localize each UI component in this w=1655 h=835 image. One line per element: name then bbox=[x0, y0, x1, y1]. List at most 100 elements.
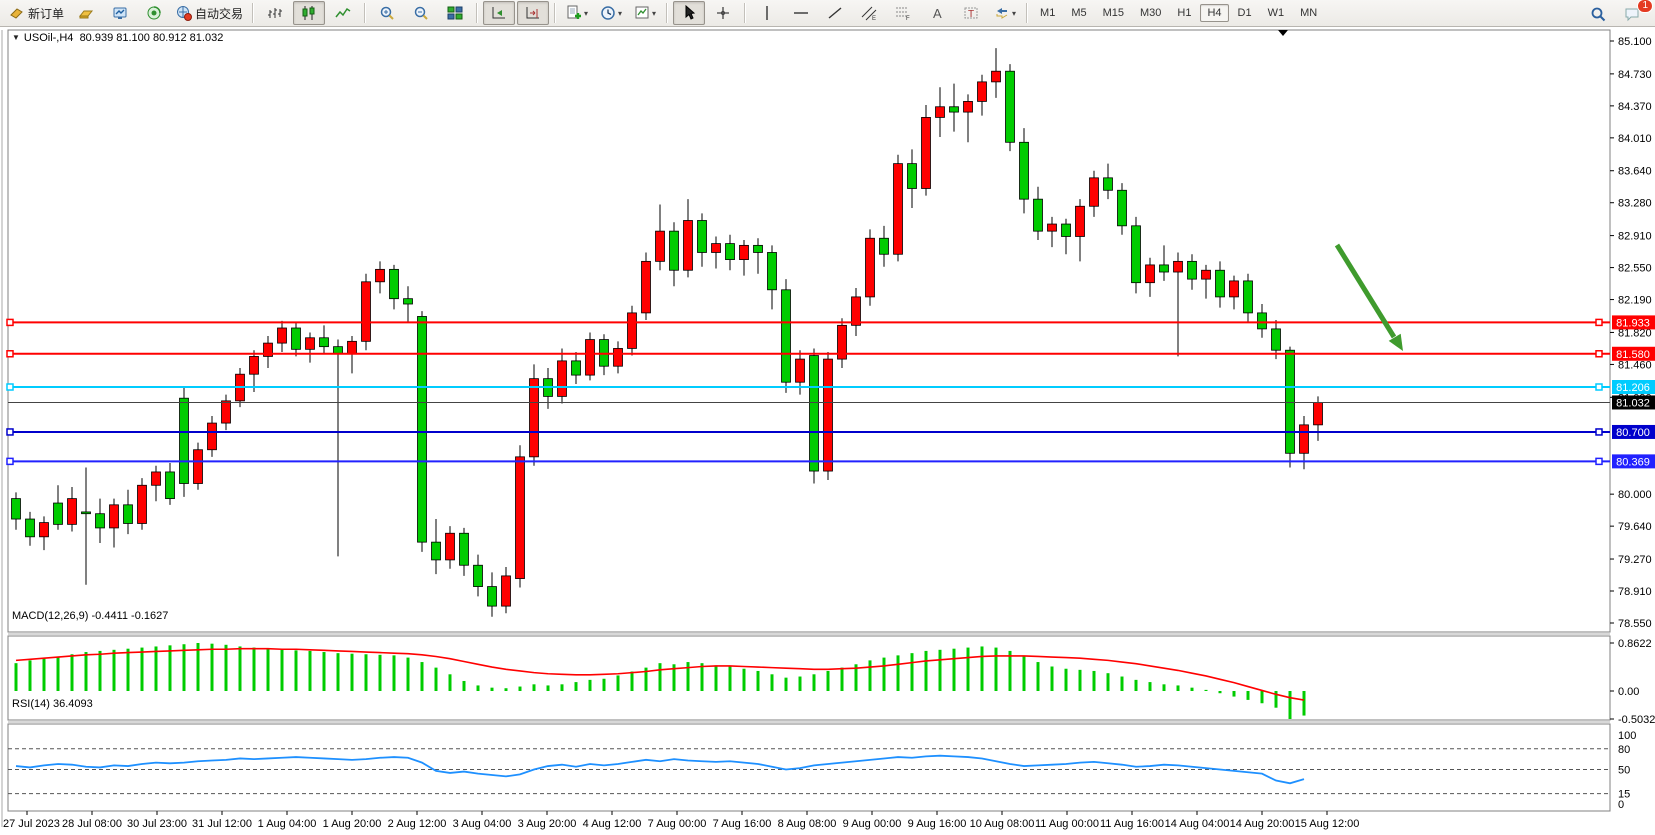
candle[interactable] bbox=[292, 328, 301, 349]
new-chart-icon[interactable]: ▾ bbox=[561, 1, 593, 25]
candle[interactable] bbox=[1258, 313, 1267, 329]
candle[interactable] bbox=[978, 82, 987, 102]
candle[interactable] bbox=[712, 244, 721, 253]
candlestick-icon[interactable] bbox=[293, 1, 325, 25]
candle[interactable] bbox=[432, 542, 441, 560]
candle[interactable] bbox=[964, 101, 973, 112]
candle[interactable] bbox=[180, 398, 189, 483]
candle[interactable] bbox=[446, 533, 455, 560]
zoom-in-icon[interactable] bbox=[371, 1, 403, 25]
candle[interactable] bbox=[460, 533, 469, 565]
candle[interactable] bbox=[124, 505, 133, 524]
chart-canvas[interactable]: 85.10084.73084.37084.01083.64083.28082.9… bbox=[0, 27, 1655, 835]
candle[interactable] bbox=[404, 299, 413, 304]
candle[interactable] bbox=[1020, 142, 1029, 199]
candle[interactable] bbox=[376, 269, 385, 281]
resistance-2-anchor[interactable] bbox=[1596, 351, 1602, 357]
dropdown-caret-icon[interactable]: ▾ bbox=[618, 9, 622, 18]
candle[interactable] bbox=[950, 107, 959, 112]
rsi-panel[interactable] bbox=[8, 724, 1610, 811]
support-2-anchor[interactable] bbox=[1596, 458, 1602, 464]
candle[interactable] bbox=[628, 313, 637, 349]
candle[interactable] bbox=[166, 472, 175, 499]
horizontal-line-icon[interactable] bbox=[785, 1, 817, 25]
candle[interactable] bbox=[40, 523, 49, 537]
candle[interactable] bbox=[502, 576, 511, 606]
timeframe-m1[interactable]: M1 bbox=[1033, 4, 1062, 22]
main-chart-panel[interactable] bbox=[8, 30, 1610, 632]
timeframe-m30[interactable]: M30 bbox=[1133, 4, 1168, 22]
candle[interactable] bbox=[1188, 261, 1197, 279]
candle[interactable] bbox=[782, 290, 791, 382]
candle[interactable] bbox=[1202, 270, 1211, 279]
tile-windows-icon[interactable] bbox=[439, 1, 471, 25]
candle[interactable] bbox=[516, 457, 525, 579]
candle[interactable] bbox=[936, 107, 945, 118]
chat-icon[interactable]: 1 bbox=[1616, 2, 1648, 26]
zoom-out-icon[interactable] bbox=[405, 1, 437, 25]
text-icon[interactable]: A bbox=[921, 1, 953, 25]
pivot-cyan-anchor[interactable] bbox=[1596, 384, 1602, 390]
candle[interactable] bbox=[26, 519, 35, 537]
candle[interactable] bbox=[656, 231, 665, 261]
crosshair-icon[interactable] bbox=[707, 1, 739, 25]
timeframe-h1[interactable]: H1 bbox=[1170, 4, 1198, 22]
candle[interactable] bbox=[824, 359, 833, 471]
timeframe-m15[interactable]: M15 bbox=[1096, 4, 1131, 22]
quotes-icon[interactable] bbox=[70, 1, 102, 25]
label-icon[interactable]: T bbox=[955, 1, 987, 25]
candle[interactable] bbox=[1174, 261, 1183, 272]
resistance-1-anchor[interactable] bbox=[7, 319, 13, 325]
line-chart-icon[interactable] bbox=[327, 1, 359, 25]
candle[interactable] bbox=[54, 503, 63, 524]
candle[interactable] bbox=[754, 245, 763, 252]
candle[interactable] bbox=[866, 238, 875, 297]
candle[interactable] bbox=[1132, 226, 1141, 283]
chart-title[interactable]: ▼USOil-,H4 80.939 81.100 80.912 81.032 bbox=[12, 32, 223, 44]
candle[interactable] bbox=[194, 450, 203, 484]
candle[interactable] bbox=[1118, 190, 1127, 226]
candle[interactable] bbox=[530, 379, 539, 457]
candle[interactable] bbox=[740, 245, 749, 259]
timeframe-mn[interactable]: MN bbox=[1293, 4, 1324, 22]
candle[interactable] bbox=[362, 282, 371, 342]
resistance-2-anchor[interactable] bbox=[7, 351, 13, 357]
timeframe-m5[interactable]: M5 bbox=[1064, 4, 1093, 22]
timeframe-w1[interactable]: W1 bbox=[1261, 4, 1292, 22]
candle[interactable] bbox=[1314, 402, 1323, 424]
candle[interactable] bbox=[222, 401, 231, 423]
candle[interactable] bbox=[320, 338, 329, 347]
candle[interactable] bbox=[348, 341, 357, 353]
candle[interactable] bbox=[642, 261, 651, 313]
candle[interactable] bbox=[670, 231, 679, 270]
template-icon[interactable]: ▾ bbox=[629, 1, 661, 25]
candle[interactable] bbox=[908, 164, 917, 189]
candle[interactable] bbox=[418, 316, 427, 542]
candle[interactable] bbox=[796, 359, 805, 382]
channel-icon[interactable]: E bbox=[853, 1, 885, 25]
timeframe-d1[interactable]: D1 bbox=[1231, 4, 1259, 22]
candle[interactable] bbox=[1034, 199, 1043, 231]
candle[interactable] bbox=[880, 238, 889, 254]
candle[interactable] bbox=[1244, 281, 1253, 313]
candle[interactable] bbox=[1048, 224, 1057, 231]
candle[interactable] bbox=[614, 348, 623, 366]
candle[interactable] bbox=[684, 220, 693, 270]
terminal-icon[interactable] bbox=[104, 1, 136, 25]
candle[interactable] bbox=[96, 514, 105, 528]
signals-icon[interactable] bbox=[138, 1, 170, 25]
candle[interactable] bbox=[1160, 265, 1169, 272]
candle[interactable] bbox=[1076, 206, 1085, 236]
candle[interactable] bbox=[894, 164, 903, 255]
shapes-icon[interactable]: ▾ bbox=[989, 1, 1021, 25]
candle[interactable] bbox=[1062, 224, 1071, 236]
candle[interactable] bbox=[1230, 281, 1239, 297]
candle[interactable] bbox=[334, 347, 343, 354]
candle[interactable] bbox=[278, 328, 287, 343]
dropdown-caret-icon[interactable]: ▾ bbox=[584, 9, 588, 18]
resistance-1-anchor[interactable] bbox=[1596, 319, 1602, 325]
fibonacci-icon[interactable]: F bbox=[887, 1, 919, 25]
candle[interactable] bbox=[810, 356, 819, 472]
candle[interactable] bbox=[1272, 329, 1281, 350]
candle[interactable] bbox=[68, 499, 77, 525]
